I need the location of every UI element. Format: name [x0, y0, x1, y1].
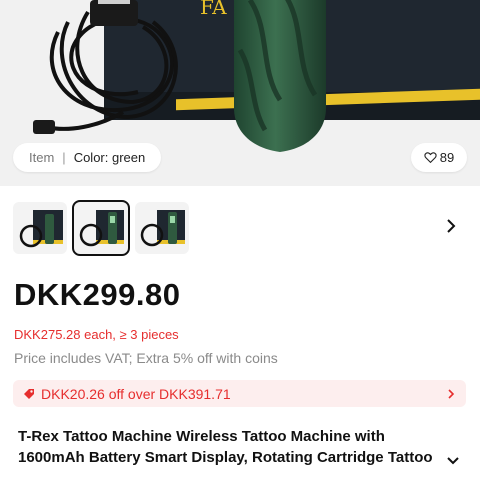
- thumbnail-item-selected[interactable]: [72, 200, 130, 256]
- vat-note: Price includes VAT; Extra 5% off with co…: [14, 350, 278, 366]
- variant-value: Color: green: [73, 150, 146, 165]
- coupon-text: DKK20.26 off over DKK391.71: [41, 385, 231, 402]
- bulk-price: DKK275.28 each, ≥ 3 pieces: [14, 327, 179, 342]
- chevron-right-icon: [448, 388, 455, 399]
- thumbnail-item[interactable]: [13, 202, 67, 254]
- wishlist-count: 89: [439, 150, 455, 165]
- variant-pill[interactable]: Item | Color: green: [13, 143, 162, 172]
- variant-label: Item: [29, 150, 55, 165]
- thumbnail-image: [19, 210, 63, 248]
- tag-icon: [24, 388, 34, 399]
- thumbnail-strip: [13, 200, 189, 256]
- thumbnail-item[interactable]: [135, 202, 189, 254]
- product-title-line2: 1600mAh Battery Smart Display, Rotating …: [18, 449, 433, 466]
- product-hero-image[interactable]: FA Item | Color: green 89: [0, 0, 480, 186]
- coupon-banner[interactable]: DKK20.26 off over DKK391.71: [13, 380, 466, 407]
- thumbnail-image: [140, 210, 185, 247]
- svg-text:FA: FA: [200, 0, 227, 18]
- variant-separator: |: [62, 150, 66, 165]
- chevron-down-icon[interactable]: [446, 454, 460, 468]
- wishlist-button[interactable]: 89: [411, 143, 467, 172]
- product-price: DKK299.80: [14, 277, 181, 312]
- usb-cable: [33, 0, 178, 134]
- heart-icon: [424, 152, 437, 164]
- chevron-right-icon: [447, 219, 456, 233]
- product-title-line1: T-Rex Tattoo Machine Wireless Tattoo Mac…: [18, 428, 385, 445]
- box-logo-mark: FA: [200, 0, 227, 18]
- tattoo-machine-green: [234, 0, 326, 152]
- product-title: T-Rex Tattoo Machine Wireless Tattoo Mac…: [18, 426, 458, 468]
- thumbnail-image: [79, 210, 124, 247]
- thumbnails-next-button[interactable]: [440, 214, 462, 238]
